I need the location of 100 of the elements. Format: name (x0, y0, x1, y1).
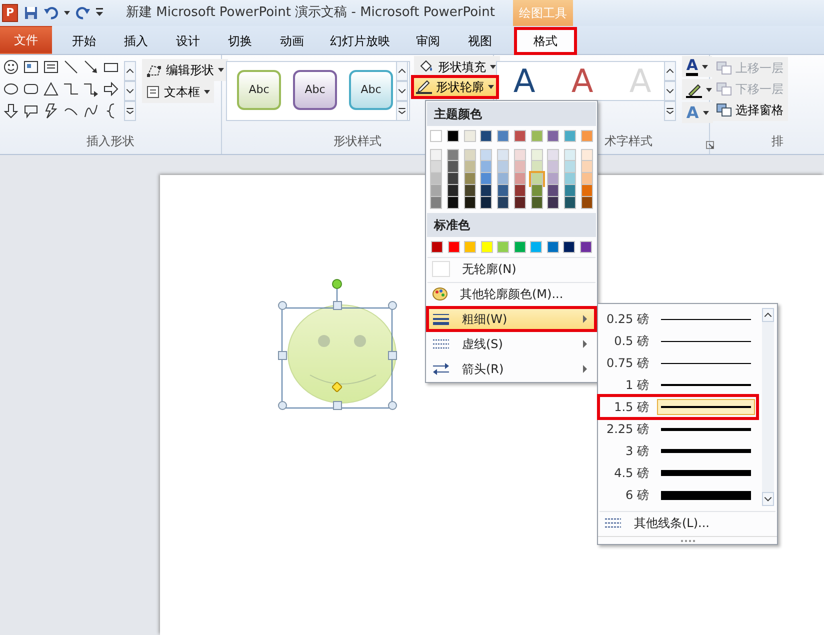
color-swatch[interactable] (530, 185, 543, 197)
redo-icon[interactable] (76, 6, 90, 20)
ribbon-tab[interactable]: 格式 (515, 28, 576, 54)
color-swatch[interactable] (497, 161, 510, 173)
color-swatch[interactable] (464, 185, 476, 197)
ribbon-tab[interactable]: 设计 (162, 28, 214, 54)
arrow-line-icon[interactable] (83, 59, 99, 75)
gallery-scroll-button[interactable] (664, 61, 676, 81)
color-swatch[interactable] (514, 173, 526, 185)
line-weight-option[interactable]: 1.5 磅 (599, 396, 757, 418)
line-weight-option[interactable]: 6 磅 (599, 484, 757, 506)
color-swatch[interactable] (430, 197, 442, 209)
color-swatch[interactable] (448, 241, 460, 253)
color-swatch[interactable] (431, 241, 443, 253)
ribbon-tab[interactable]: 切换 (214, 28, 266, 54)
color-swatch[interactable] (446, 161, 459, 173)
color-swatch[interactable] (446, 197, 459, 209)
resize-handle[interactable] (333, 401, 342, 410)
color-swatch[interactable] (580, 149, 593, 161)
save-icon[interactable] (24, 6, 38, 20)
color-swatch[interactable] (480, 185, 492, 197)
ribbon-tab[interactable]: 视图 (454, 28, 506, 54)
color-swatch[interactable] (464, 130, 476, 142)
right-arrow-icon[interactable] (103, 81, 119, 97)
menu-item[interactable]: 虚线(S) (427, 332, 596, 356)
color-swatch[interactable] (514, 241, 526, 253)
color-swatch[interactable] (497, 241, 510, 253)
triangle-icon[interactable] (43, 81, 59, 97)
color-swatch[interactable] (530, 241, 542, 253)
wordart-sample[interactable]: A (571, 65, 594, 97)
color-swatch[interactable] (547, 185, 560, 197)
color-swatch[interactable] (430, 173, 442, 185)
ribbon-button[interactable]: 文本框 (142, 81, 214, 103)
menu-item[interactable]: 箭头(R) (427, 357, 596, 381)
line-weight-option[interactable]: 0.75 磅 (599, 352, 757, 374)
dialog-launcher-icon[interactable] (706, 141, 714, 149)
color-swatch[interactable] (564, 173, 576, 185)
gallery-scroll-button[interactable] (664, 81, 676, 101)
color-swatch[interactable] (497, 185, 510, 197)
color-swatch[interactable] (547, 149, 560, 161)
adjust-handle[interactable] (332, 382, 342, 392)
scroll-button[interactable] (762, 308, 774, 322)
color-swatch[interactable] (580, 241, 592, 253)
resize-handle[interactable] (388, 301, 397, 310)
color-swatch[interactable] (580, 185, 593, 197)
color-swatch[interactable] (514, 185, 526, 197)
ribbon-tab[interactable]: 审阅 (402, 28, 454, 54)
gallery-scroll-button[interactable] (124, 81, 136, 101)
color-swatch[interactable] (497, 173, 510, 185)
gallery-scroll-button[interactable] (396, 101, 408, 121)
color-swatch[interactable] (480, 130, 492, 142)
menu-item[interactable]: 其他线条(L)... (599, 511, 776, 535)
line-weight-option[interactable]: 0.25 磅 (599, 308, 757, 330)
color-swatch[interactable] (430, 149, 442, 161)
elbow-connector-icon[interactable] (63, 81, 79, 97)
color-swatch[interactable] (480, 241, 493, 253)
ribbon-button[interactable]: 选择窗格 (712, 99, 788, 121)
lightning-icon[interactable] (43, 103, 59, 119)
color-swatch[interactable] (580, 130, 593, 142)
color-swatch[interactable] (446, 185, 459, 197)
color-swatch[interactable] (580, 161, 593, 173)
oval-icon[interactable] (3, 81, 19, 97)
color-swatch[interactable] (563, 241, 576, 253)
style-thumbnail[interactable]: Abc (236, 70, 281, 110)
line-weight-option[interactable]: 4.5 磅 (599, 462, 757, 484)
color-swatch[interactable] (514, 161, 526, 173)
color-swatch[interactable] (547, 173, 560, 185)
resize-handle[interactable] (333, 301, 342, 310)
resize-handle[interactable] (388, 351, 397, 360)
gallery-scroll-button[interactable] (396, 61, 408, 81)
color-swatch[interactable] (564, 161, 576, 173)
color-swatch[interactable] (547, 161, 560, 173)
color-swatch[interactable] (497, 197, 510, 209)
resize-handle[interactable] (278, 301, 287, 310)
line-weight-option[interactable]: 0.5 磅 (599, 330, 757, 352)
color-swatch[interactable] (514, 130, 526, 142)
color-swatch[interactable] (564, 149, 576, 161)
resize-handle[interactable] (388, 401, 397, 410)
color-swatch[interactable] (430, 185, 442, 197)
color-swatch[interactable] (480, 161, 492, 173)
style-thumbnail[interactable]: Abc (292, 70, 337, 110)
color-swatch[interactable] (480, 173, 492, 185)
color-swatch[interactable] (547, 197, 560, 209)
color-swatch[interactable] (497, 130, 510, 142)
scroll-button[interactable] (762, 492, 774, 506)
color-swatch[interactable] (446, 173, 459, 185)
gallery-scroll-button[interactable] (396, 81, 408, 101)
color-swatch[interactable] (464, 173, 476, 185)
color-swatch[interactable] (464, 149, 476, 161)
undo-icon[interactable] (44, 6, 58, 20)
color-swatch[interactable] (446, 149, 459, 161)
menu-item[interactable]: 粗细(W) (427, 307, 596, 331)
line-icon[interactable] (63, 59, 79, 75)
color-swatch[interactable] (480, 149, 492, 161)
curve-icon[interactable] (83, 103, 99, 119)
gallery-scroll-button[interactable] (124, 61, 136, 81)
color-swatch[interactable] (530, 130, 543, 142)
color-swatch[interactable] (464, 197, 476, 209)
text-effects-button[interactable]: A (682, 102, 713, 123)
color-swatch[interactable] (430, 130, 442, 142)
